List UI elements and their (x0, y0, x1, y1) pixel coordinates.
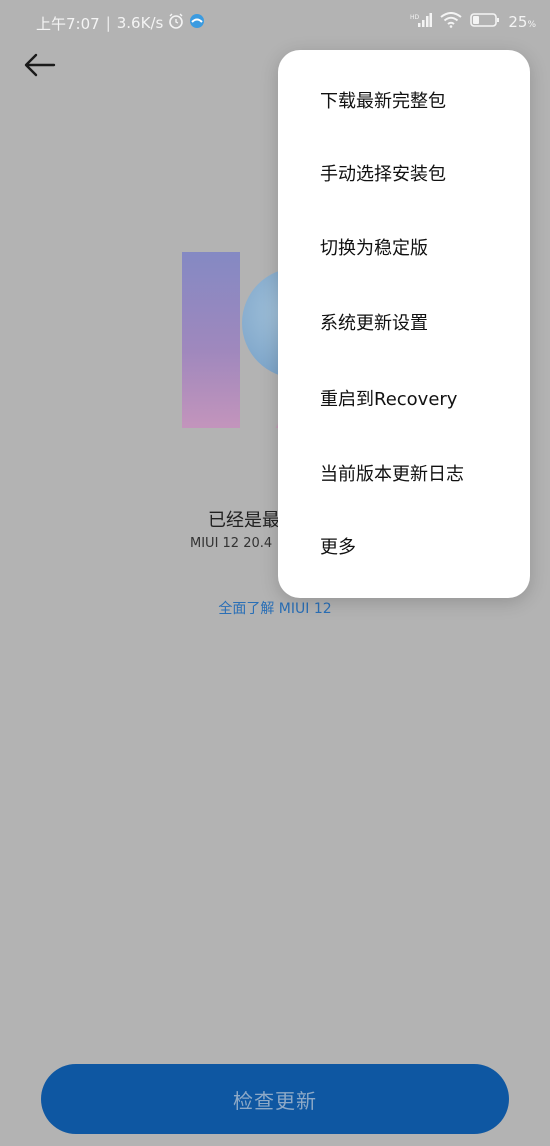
learn-more-link[interactable]: 全面了解 MIUI 12 (0, 598, 550, 618)
menu-item-switch-stable[interactable]: 切换为稳定版 (320, 210, 530, 284)
status-right: HD 25% (410, 12, 536, 32)
status-time: 上午7:07 (36, 14, 100, 33)
status-bar: 上午7:07 | 3.6K/s HD 25% (0, 0, 550, 44)
battery-unit: % (527, 20, 536, 30)
overflow-menu: 下载最新完整包 手动选择安装包 切换为稳定版 系统更新设置 重启到Recover… (278, 50, 530, 598)
svg-text:HD: HD (410, 14, 420, 21)
menu-item-more[interactable]: 更多 (320, 509, 530, 583)
logo-bar (182, 252, 240, 428)
status-separator: | (105, 14, 111, 32)
app-notification-icon (189, 13, 205, 33)
version-text: MIUI 12 20.4 (190, 536, 273, 551)
menu-item-download-full-package[interactable]: 下载最新完整包 (320, 63, 530, 137)
network-speed: 3.6K/s (116, 14, 164, 32)
back-button[interactable] (22, 50, 58, 80)
menu-item-changelog[interactable]: 当前版本更新日志 (320, 436, 530, 510)
menu-item-reboot-recovery[interactable]: 重启到Recovery (320, 361, 530, 435)
wifi-icon (440, 12, 462, 32)
alarm-icon (167, 12, 185, 34)
menu-item-update-settings[interactable]: 系统更新设置 (320, 285, 530, 359)
back-arrow-icon (24, 53, 56, 77)
status-left: 上午7:07 | 3.6K/s (36, 12, 205, 34)
menu-item-manual-select-package[interactable]: 手动选择安装包 (320, 136, 530, 210)
check-update-button[interactable]: 检查更新 (41, 1064, 509, 1134)
battery-level: 25% (508, 13, 536, 31)
cellular-signal-icon: HD (410, 12, 433, 32)
update-status-title: 已经是最 (208, 510, 280, 531)
battery-icon (470, 12, 500, 32)
